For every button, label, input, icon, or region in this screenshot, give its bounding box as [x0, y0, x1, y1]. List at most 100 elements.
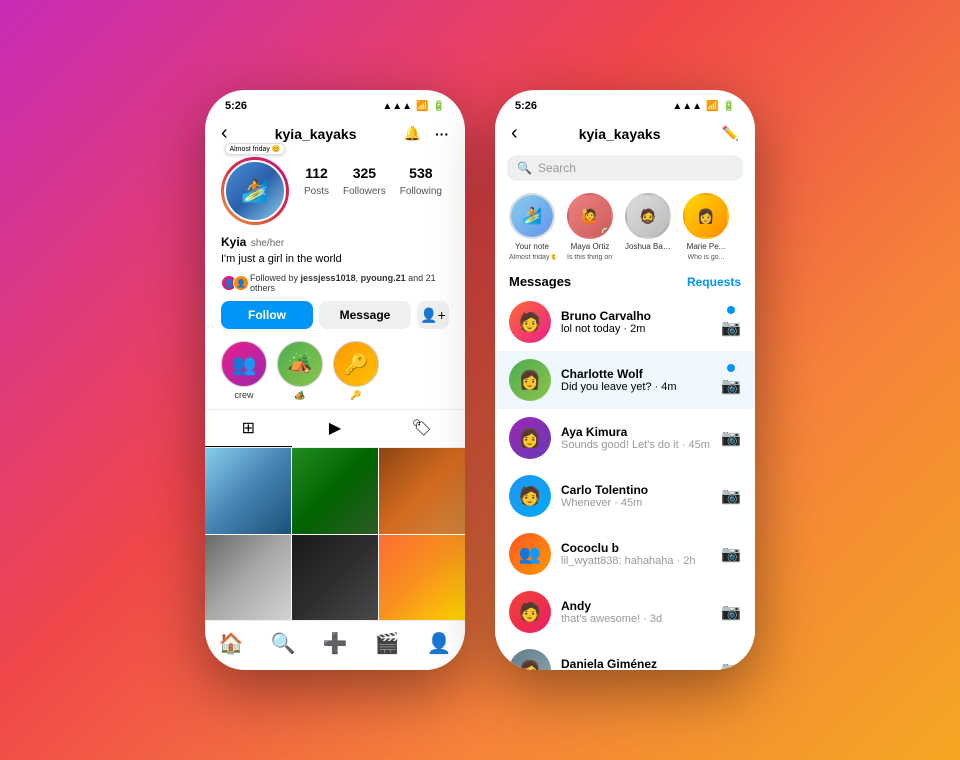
- profile-bio: I'm just a girl in the world: [221, 253, 449, 265]
- maya-online-dot: [602, 228, 610, 236]
- wifi-icon: 📶: [416, 101, 428, 112]
- bell-icon[interactable]: 🔔: [404, 125, 421, 142]
- followed-by[interactable]: 👤 👤 Followed by jessjess1018, pyoung.21 …: [205, 269, 465, 297]
- msg-preview-3: Sounds good! Let's do it · 45m: [561, 439, 711, 451]
- camera-icon-2[interactable]: 📷: [721, 376, 741, 396]
- tab-reels[interactable]: ▶: [292, 410, 379, 447]
- msg-right-3: 📷: [721, 428, 741, 448]
- profile-username: kyia_kayaks: [275, 126, 357, 142]
- tab-grid[interactable]: ⊞: [205, 410, 292, 447]
- profile-content: ‹ kyia_kayaks 🔔 ··· Almost friday 😊 🏄 11…: [205, 116, 465, 670]
- back-icon[interactable]: ‹: [221, 122, 228, 145]
- battery-icon: 🔋: [433, 101, 445, 112]
- stats-group: 112 Posts 325 Followers 538 Following: [297, 165, 449, 199]
- your-story-name: Your note: [509, 242, 555, 251]
- highlight-label-2: 🏕️: [294, 390, 305, 401]
- photo-cell-1[interactable]: [205, 448, 291, 534]
- message-item-5[interactable]: 👥 Cococlu b lil_wyatt838: hahahaha · 2h …: [495, 525, 755, 583]
- camera-icon-4[interactable]: 📷: [721, 486, 741, 506]
- messages-phone: 5:26 ▲▲▲ 📶 🔋 ‹ kyia_kayaks ✏️ 🔍 Search 🏄…: [495, 90, 755, 670]
- msg-text-group-2: Charlotte Wolf Did you leave yet? · 4m: [561, 367, 711, 393]
- camera-icon-6[interactable]: 📷: [721, 602, 741, 622]
- following-stat[interactable]: 538 Following: [400, 165, 442, 199]
- nav-icons: 🔔 ···: [404, 125, 449, 142]
- your-story-avatar: 🏄: [509, 193, 555, 239]
- search-nav-item[interactable]: 🔍: [263, 629, 304, 658]
- follower-avatar-2: 👤: [233, 275, 249, 291]
- posts-count: 112: [304, 165, 329, 181]
- msg-text-group-6: Andy that's awesome! · 3d: [561, 599, 711, 625]
- photo-cell-4[interactable]: [205, 535, 291, 621]
- highlight-circle-crew: 👥: [221, 341, 267, 387]
- msg-sender-3: Aya Kimura: [561, 425, 711, 439]
- msg-back-icon[interactable]: ‹: [511, 122, 518, 145]
- tab-tagged[interactable]: 🏷: [378, 410, 465, 447]
- messages-nav: ‹ kyia_kayaks ✏️: [495, 116, 755, 151]
- followers-count: 325: [343, 165, 386, 181]
- profile-nav-item[interactable]: 👤: [419, 629, 460, 658]
- add-friend-button[interactable]: 👤+: [417, 301, 449, 329]
- requests-button[interactable]: Requests: [687, 275, 741, 289]
- highlight-label-3: 🔑: [350, 390, 361, 401]
- msg-right-5: 📷: [721, 544, 741, 564]
- photo-cell-6[interactable]: [379, 535, 465, 621]
- create-nav-item[interactable]: ➕: [315, 629, 356, 658]
- highlight-2[interactable]: 🏕️ 🏕️: [277, 341, 323, 401]
- message-item-7[interactable]: 👩 Daniela Giménez Wait, is that Connor ·…: [495, 641, 755, 670]
- avatar-ring[interactable]: 🏄: [221, 157, 289, 225]
- action-buttons: Follow Message 👤+: [205, 297, 465, 333]
- profile-info: Kyia she/her I'm just a girl in the worl…: [205, 229, 465, 269]
- marie-story-bubble: 👩: [685, 195, 727, 237]
- status-time: 5:26: [225, 100, 247, 112]
- msg-username: kyia_kayaks: [579, 126, 661, 142]
- msg-status-icons: ▲▲▲ 📶 🔋: [672, 101, 735, 112]
- status-icons: ▲▲▲ 📶 🔋: [382, 101, 445, 112]
- camera-icon-3[interactable]: 📷: [721, 428, 741, 448]
- more-icon[interactable]: ···: [435, 126, 449, 142]
- reels-nav-item[interactable]: 🎬: [367, 629, 408, 658]
- highlight-circle-2: 🏕️: [277, 341, 323, 387]
- status-bar: 5:26 ▲▲▲ 📶 🔋: [205, 90, 465, 116]
- profile-display-name: Kyia: [221, 235, 246, 249]
- search-bar[interactable]: 🔍 Search: [507, 155, 743, 181]
- msg-text-group-4: Carlo Tolentino Whenever · 45m: [561, 483, 711, 509]
- followed-avatars: 👤 👤: [221, 275, 245, 291]
- story-item-joshua[interactable]: 🧔 Joshua Barba: [623, 193, 673, 262]
- msg-preview-5: lil_wyatt838: hahahaha · 2h: [561, 555, 711, 567]
- camera-icon-7[interactable]: 📷: [721, 660, 741, 670]
- message-item-6[interactable]: 🧑 Andy that's awesome! · 3d 📷: [495, 583, 755, 641]
- message-item-1[interactable]: 🧑 Bruno Carvalho lol not today · 2m 📷: [495, 293, 755, 351]
- profile-stats-row: Almost friday 😊 🏄 112 Posts 325 Follower…: [205, 151, 465, 229]
- followers-stat[interactable]: 325 Followers: [343, 165, 386, 199]
- marie-story-avatar: 👩: [683, 193, 729, 239]
- photo-cell-5[interactable]: [292, 535, 378, 621]
- story-item-maya[interactable]: 🙋 Maya Ortiz Is this thing on?: [565, 193, 615, 262]
- highlight-3[interactable]: 🔑 🔑: [333, 341, 379, 401]
- unread-dot-1: [727, 306, 735, 314]
- home-nav-item[interactable]: 🏠: [211, 629, 252, 658]
- follow-button[interactable]: Follow: [221, 301, 313, 329]
- story-label[interactable]: Almost friday 😊: [224, 143, 285, 155]
- story-item-you[interactable]: 🏄 Your note Almost friday 😊: [507, 193, 557, 262]
- posts-stat[interactable]: 112 Posts: [304, 165, 329, 199]
- msg-status-time: 5:26: [515, 100, 537, 112]
- message-item-4[interactable]: 🧑 Carlo Tolentino Whenever · 45m 📷: [495, 467, 755, 525]
- following-count: 538: [400, 165, 442, 181]
- msg-wifi-icon: 📶: [706, 101, 718, 112]
- marie-story-caption: Who is go...: [688, 254, 725, 262]
- camera-icon-5[interactable]: 📷: [721, 544, 741, 564]
- compose-icon[interactable]: ✏️: [722, 125, 739, 142]
- msg-right-2: 📷: [721, 364, 741, 396]
- message-item-3[interactable]: 👩 Aya Kimura Sounds good! Let's do it · …: [495, 409, 755, 467]
- your-story-bubble: 🏄: [511, 195, 553, 237]
- highlight-crew[interactable]: 👥 crew: [221, 341, 267, 401]
- camera-icon-1[interactable]: 📷: [721, 318, 741, 338]
- message-item-2[interactable]: 👩 Charlotte Wolf Did you leave yet? · 4m…: [495, 351, 755, 409]
- message-button[interactable]: Message: [319, 301, 411, 329]
- msg-preview-1: lol not today · 2m: [561, 323, 711, 335]
- story-item-marie[interactable]: 👩 Marie Pe... Who is go...: [681, 193, 731, 262]
- photo-cell-3[interactable]: [379, 448, 465, 534]
- msg-sender-6: Andy: [561, 599, 711, 613]
- msg-right-1: 📷: [721, 306, 741, 338]
- photo-cell-2[interactable]: [292, 448, 378, 534]
